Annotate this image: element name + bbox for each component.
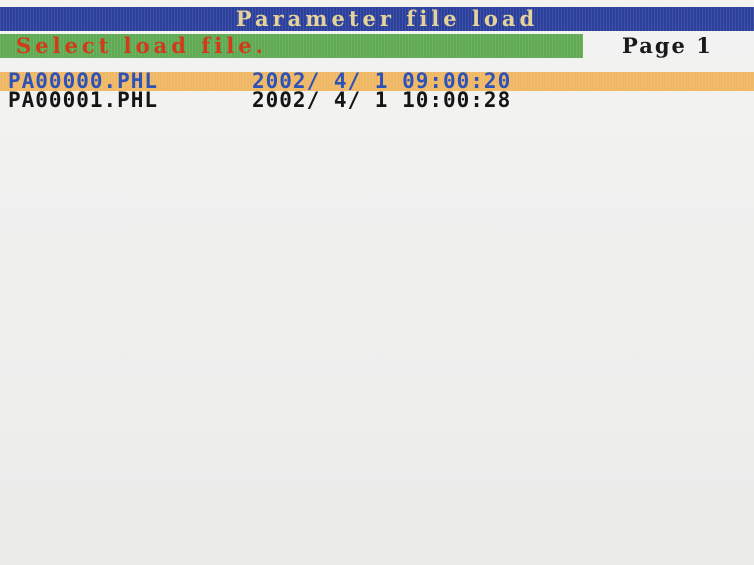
prompt-row: Select load file. Page 1 bbox=[0, 32, 754, 59]
prompt-message: Select load file. bbox=[16, 33, 267, 58]
title-bar: Parameter file load bbox=[0, 7, 754, 31]
file-timestamp: 2002/ 4/ 1 10:00:28 bbox=[252, 88, 512, 112]
file-list: PA00000.PHL 2002/ 4/ 1 09:00:20 PA00001.… bbox=[0, 71, 754, 112]
page-indicator: Page 1 bbox=[622, 34, 713, 58]
prompt-bar: Select load file. bbox=[0, 34, 583, 58]
page-label: Page bbox=[622, 33, 687, 58]
parameter-file-load-screen: Parameter file load Select load file. Pa… bbox=[0, 0, 754, 565]
page-number: 1 bbox=[696, 33, 713, 58]
file-row[interactable]: PA00001.PHL 2002/ 4/ 1 10:00:28 bbox=[0, 88, 754, 112]
screen-title: Parameter file load bbox=[235, 6, 539, 31]
file-name: PA00001.PHL bbox=[8, 88, 159, 112]
